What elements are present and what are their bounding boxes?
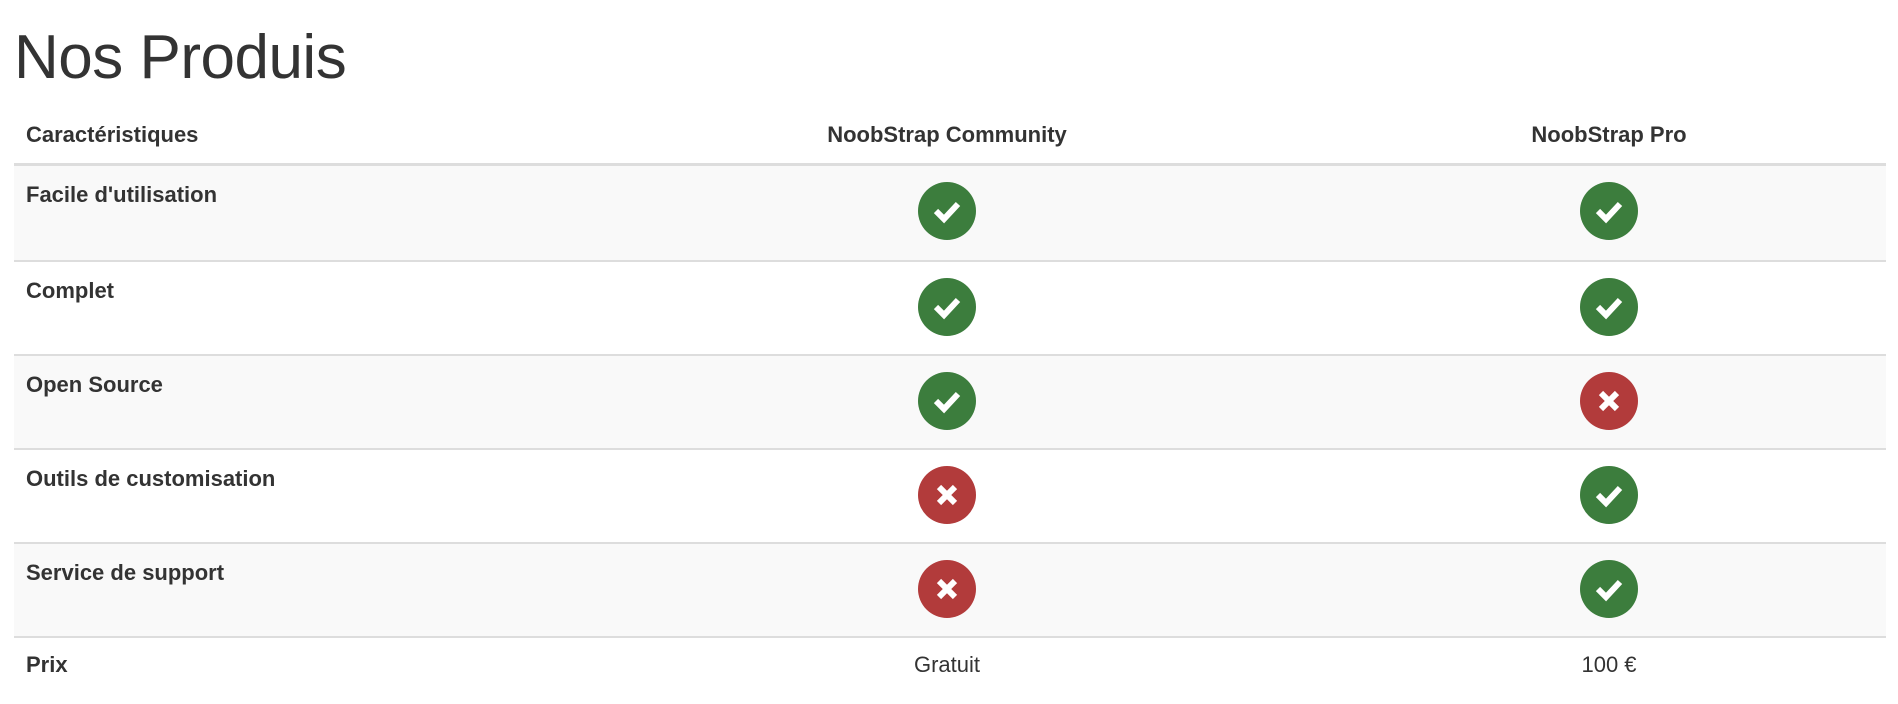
check-circle-icon [1580,560,1638,618]
community-cell [562,544,1332,636]
pro-price: 100 € [1581,652,1637,677]
table-header-row: Caractéristiques NoobStrap Community Noo… [14,108,1886,166]
community-price: Gratuit [913,652,981,677]
feature-label: Complet [26,278,114,303]
check-circle-icon [918,278,976,336]
page-title: Nos Produis [14,23,347,92]
check-circle-icon [1580,182,1638,240]
column-header-features: Caractéristiques [26,122,199,147]
community-cell [562,450,1332,542]
table-row: Outils de customisation [14,448,1886,542]
price-label: Prix [26,652,68,677]
pro-cell [1332,356,1886,448]
pro-cell [1332,166,1886,260]
check-circle-icon [918,372,976,430]
column-header-pro: NoobStrap Pro [1531,122,1687,147]
comparison-table: Caractéristiques NoobStrap Community Noo… [14,108,1886,698]
feature-label: Outils de customisation [26,466,276,491]
price-row: Prix Gratuit 100 € [14,636,1886,698]
feature-label: Facile d'utilisation [26,182,218,207]
table-row: Open Source [14,354,1886,448]
pro-cell [1332,544,1886,636]
table-row: Service de support [14,542,1886,636]
table-row: Facile d'utilisation [14,166,1886,260]
pro-cell [1332,450,1886,542]
column-header-community: NoobStrap Community [827,122,1067,147]
table-row: Complet [14,260,1886,354]
times-circle-icon [918,466,976,524]
check-circle-icon [918,182,976,240]
pro-cell [1332,262,1886,354]
community-cell [562,356,1332,448]
page: Nos Produis Caractéristiques NoobStrap C… [0,0,1898,704]
feature-label: Service de support [26,560,225,585]
community-cell [562,166,1332,260]
times-circle-icon [1580,372,1638,430]
times-circle-icon [918,560,976,618]
feature-label: Open Source [26,372,163,397]
check-circle-icon [1580,278,1638,336]
check-circle-icon [1580,466,1638,524]
community-cell [562,262,1332,354]
